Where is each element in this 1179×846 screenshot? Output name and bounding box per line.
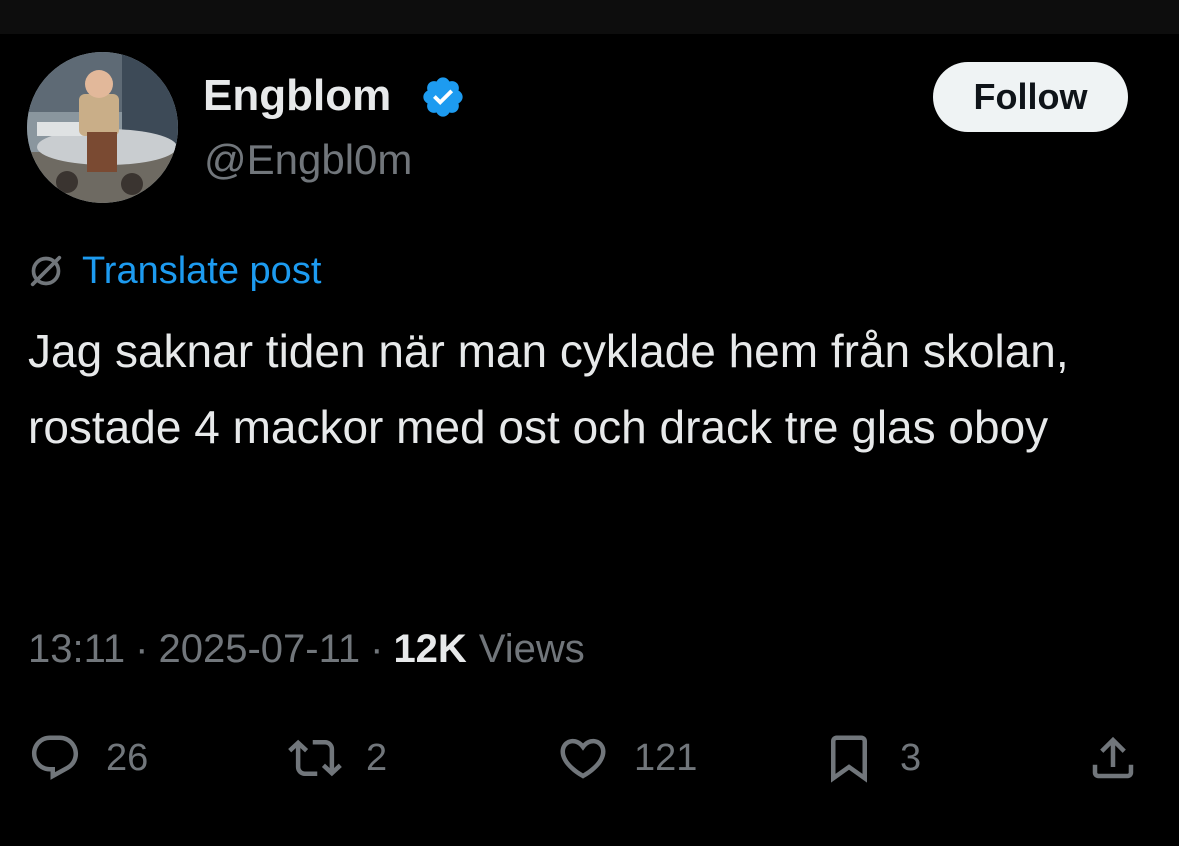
views-label: Views (478, 626, 585, 671)
translate-post-label: Translate post (82, 249, 322, 292)
views-count: 12K (393, 626, 467, 671)
reply-button[interactable]: 26 (28, 730, 148, 786)
meta-separator: · (370, 626, 384, 671)
like-icon (560, 738, 606, 779)
author-handle[interactable]: @Engbl0m (204, 134, 412, 186)
bookmark-button[interactable]: 3 (822, 730, 921, 786)
like-count: 121 (634, 736, 698, 779)
author-display-name[interactable]: Engblom (203, 70, 391, 122)
post-meta: 13:11 · 2025-07-11 · 12K Views (28, 622, 585, 676)
repost-icon (288, 739, 342, 777)
translate-icon (30, 255, 62, 287)
bookmark-count: 3 (900, 736, 922, 779)
post-time[interactable]: 13:11 (28, 627, 125, 672)
top-status-bar (0, 0, 1179, 34)
follow-button[interactable]: Follow (933, 62, 1128, 132)
post-text: Jag saknar tiden när man cyklade hem frå… (28, 325, 1069, 453)
bookmark-icon (831, 735, 867, 783)
reply-icon (31, 735, 79, 780)
meta-separator: · (135, 626, 149, 671)
translate-post-link[interactable]: Translate post (26, 246, 321, 296)
like-button[interactable]: 121 (556, 730, 697, 786)
verified-badge-icon (423, 77, 463, 117)
repost-count: 2 (366, 736, 388, 779)
share-icon (1092, 736, 1134, 779)
post-date[interactable]: 2025-07-11 (158, 627, 360, 672)
share-button[interactable] (1086, 730, 1140, 786)
avatar[interactable] (27, 52, 178, 203)
repost-button[interactable]: 2 (288, 730, 387, 786)
reply-count: 26 (106, 736, 149, 779)
